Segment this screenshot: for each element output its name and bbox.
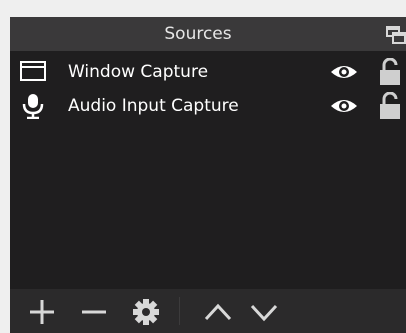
sources-dock-frame: Sources Window Capture Audio Input Captu… — [0, 0, 406, 333]
chevron-down-icon[interactable] — [246, 295, 282, 329]
dock-title: Sources — [164, 24, 232, 44]
toolbar-separator — [179, 297, 180, 325]
unlocked-icon[interactable] — [376, 58, 406, 86]
source-item-audio-input-capture[interactable]: Audio Input Capture — [10, 89, 406, 123]
minus-icon[interactable] — [76, 295, 112, 329]
sources-toolbar — [10, 289, 406, 333]
plus-icon[interactable] — [24, 295, 60, 329]
eye-icon[interactable] — [329, 96, 359, 116]
unlocked-icon[interactable] — [376, 92, 406, 120]
gear-icon[interactable] — [128, 295, 164, 329]
source-label: Window Capture — [68, 62, 209, 82]
eye-icon[interactable] — [329, 62, 359, 82]
chevron-up-icon[interactable] — [200, 295, 236, 329]
undock-icon[interactable] — [386, 26, 406, 44]
source-label: Audio Input Capture — [68, 96, 239, 116]
microphone-icon — [22, 94, 44, 119]
window-icon — [20, 61, 46, 81]
sources-dock: Sources Window Capture Audio Input Captu… — [10, 17, 406, 333]
sources-list[interactable]: Window Capture Audio Input Capture — [10, 55, 406, 123]
dock-header: Sources — [10, 17, 406, 51]
source-item-window-capture[interactable]: Window Capture — [10, 55, 406, 89]
